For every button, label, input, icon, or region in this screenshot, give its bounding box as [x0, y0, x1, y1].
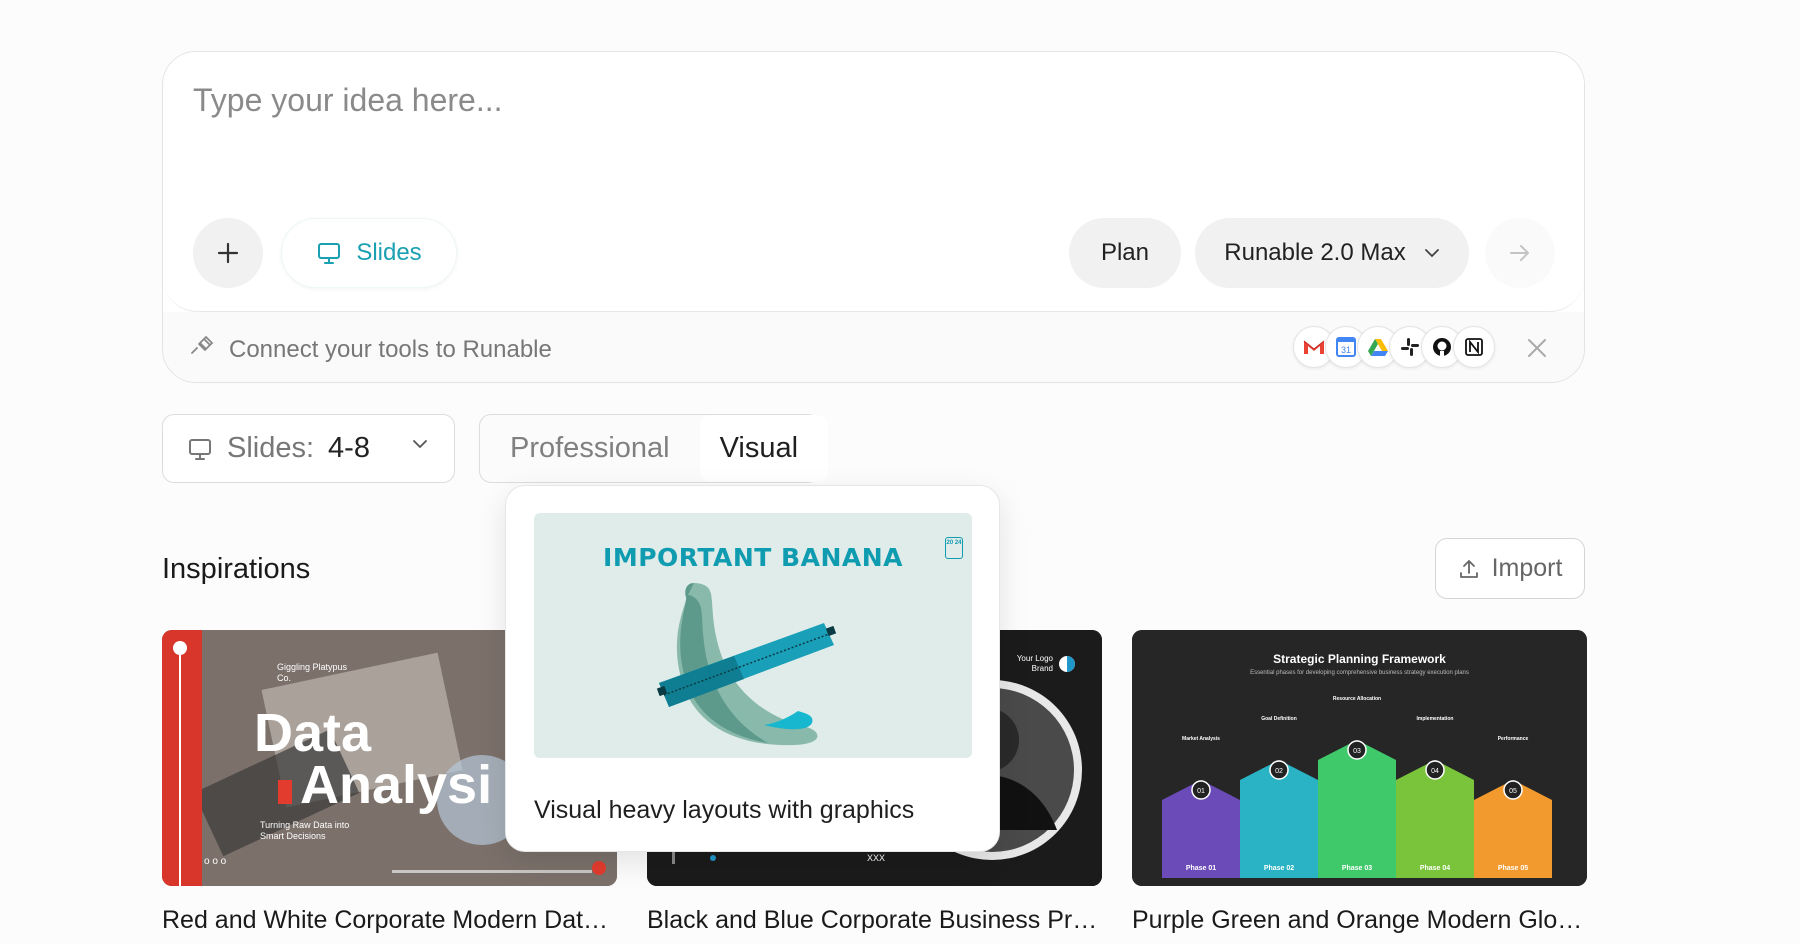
chevron-down-icon [413, 440, 427, 449]
card3-title: Strategic Planning Framework [1273, 652, 1446, 666]
plan-button[interactable]: Plan [1069, 218, 1181, 288]
plan-label: Plan [1100, 239, 1150, 266]
inspirations-heading: Inspirations [162, 553, 311, 585]
card1-subtitle: Turning Raw Data into Smart Decisions [260, 820, 350, 841]
slides-mode-chip[interactable]: Slides [281, 218, 457, 288]
banana-illustration [656, 583, 837, 746]
style-toggle: Professional Visual [479, 414, 829, 483]
close-icon[interactable] [1523, 334, 1551, 362]
card3-caption[interactable]: Purple Green and Orange Modern Globa... [1132, 906, 1587, 935]
inspiration-card-strategic[interactable]: 01 Phase 01 Market Analysis 02 Phase 02 Goal … [1132, 630, 1587, 886]
phase-heading: Performance [1498, 736, 1529, 742]
idea-input[interactable] [193, 82, 1393, 119]
style-description: Visual heavy layouts with graphics [534, 796, 915, 824]
arrow-right-icon [1510, 245, 1529, 261]
phase-label: Phase 05 [1498, 865, 1528, 872]
upload-icon [1459, 559, 1478, 578]
phase-heading: Resource Allocation [1333, 696, 1381, 702]
phase-number: 03 [1353, 748, 1361, 755]
card1-brand: Giggling Platypus Co. [277, 662, 348, 683]
phase-label: Phase 02 [1264, 865, 1294, 872]
phase-number: 02 [1275, 768, 1283, 775]
phase-label: Phase 04 [1420, 865, 1450, 872]
slides-count-value: 4-8 [328, 432, 370, 464]
card2-footer: xxx [867, 850, 885, 864]
slides-chip-label: Slides [356, 239, 422, 266]
card1-headline-2: Analysi [300, 755, 493, 815]
slides-count-label: Slides: [227, 432, 315, 464]
style-preview-popover: IMPORTANT BANANA 20 24 Visual heavy layo… [505, 485, 1000, 852]
import-label: Import [1491, 554, 1563, 582]
connect-tools-bar[interactable]: Connect your tools to Runable 31 [163, 312, 1584, 382]
presentation-icon [189, 438, 211, 460]
card3-subtitle: Essential phases for developing comprehe… [1250, 670, 1469, 676]
send-button[interactable] [1485, 218, 1555, 288]
connect-tools-text: Connect your tools to Runable [229, 336, 552, 363]
prompt-composer: Slides Plan Runable 2.0 Max Connect your… [162, 51, 1585, 383]
notion-icon[interactable] [1453, 326, 1495, 368]
phase-heading: Market Analysis [1182, 736, 1220, 742]
style-option-professional[interactable]: Professional [480, 415, 700, 482]
plus-icon [217, 242, 239, 264]
phase-heading: Implementation [1417, 716, 1454, 722]
model-label: Runable 2.0 Max [1224, 239, 1406, 266]
phase-heading: Goal Definition [1261, 716, 1297, 722]
add-button[interactable] [193, 218, 263, 288]
card1-caption[interactable]: Red and White Corporate Modern Data ... [162, 906, 617, 935]
phase-number: 01 [1197, 788, 1205, 795]
slides-count-select[interactable]: Slides: 4-8 [162, 414, 455, 483]
card2-logo: Your Logo Brand [1016, 654, 1053, 673]
svg-text:31: 31 [1341, 345, 1351, 355]
chevron-down-icon [1424, 249, 1439, 258]
import-button[interactable]: Import [1435, 538, 1585, 599]
card1-dots: o o o [204, 856, 227, 867]
model-select[interactable]: Runable 2.0 Max [1195, 218, 1469, 288]
phase-label: Phase 01 [1186, 865, 1216, 872]
presentation-icon [318, 243, 341, 264]
card-thumbnail: 01 Phase 01 Market Analysis 02 Phase 02 Goal … [1132, 630, 1587, 886]
card2-caption[interactable]: Black and Blue Corporate Business Pres..… [647, 906, 1102, 935]
phase-label: Phase 03 [1342, 865, 1372, 872]
phase-number: 05 [1509, 788, 1517, 795]
plug-icon [191, 335, 214, 354]
phase-number: 04 [1431, 768, 1439, 775]
tool-icons[interactable]: 31 [1293, 326, 1495, 368]
composer-input-area: Slides Plan Runable 2.0 Max [163, 52, 1584, 312]
visual-style-preview: IMPORTANT BANANA 20 24 [534, 513, 972, 758]
style-option-visual[interactable]: Visual [699, 415, 829, 482]
phase-column [1318, 740, 1396, 878]
